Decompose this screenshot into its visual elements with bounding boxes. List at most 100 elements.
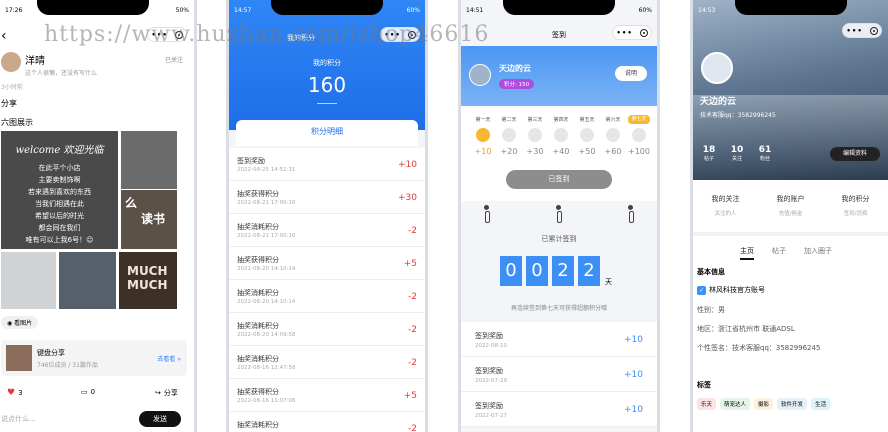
like-button[interactable]: ♥ 3 — [7, 388, 23, 398]
close-miniapp-icon[interactable] — [869, 26, 878, 35]
points-badge: 积分: 150 — [499, 79, 535, 89]
view-image-label: 看图片 — [14, 320, 33, 327]
card-points[interactable]: 我的积分 签到/消费 — [823, 188, 888, 228]
points-row[interactable]: 抽奖消耗积分 2022-08-20 14:09:58 -2 — [229, 313, 425, 346]
close-miniapp-icon[interactable] — [639, 28, 648, 37]
points-row-date: 2022-08-20 14:09:58 — [237, 332, 296, 338]
send-button[interactable]: 发送 — [139, 411, 181, 427]
signin-record-row[interactable]: 签到奖励 2022-07-29 +10 — [461, 357, 657, 392]
stat-following[interactable]: 10 关注 — [722, 145, 752, 162]
points-row[interactable]: 抽奖消耗积分 2022-08-21 17:00:10 -2 — [229, 214, 425, 247]
comment-button[interactable]: ▭ 0 — [81, 388, 95, 396]
back-icon[interactable]: ‹ — [1, 28, 7, 44]
post-image-2[interactable] — [121, 131, 177, 189]
status-battery: 50% — [175, 7, 189, 14]
card-title: 我的账户 — [776, 195, 805, 203]
comment-input[interactable]: 说点什么... — [1, 414, 36, 424]
circle-card[interactable]: 键盘分享 746位成员 / 31篇作品 去看看 » — [1, 340, 187, 376]
status-bar: 14:57 60% — [226, 7, 428, 17]
edit-profile-button[interactable]: 编辑资料 — [830, 147, 880, 161]
profile-tag[interactable]: 乐天 — [697, 398, 717, 410]
coin-icon — [476, 128, 490, 142]
signin-counter: 0 0 2 2 — [500, 256, 600, 286]
share-label: 分享 — [163, 389, 178, 397]
watermark-text: https://www.huzhan.com/ishop46616 — [44, 22, 490, 47]
points-row[interactable]: 抽奖获得积分 2022-08-20 14:10:14 +5 — [229, 247, 425, 280]
stat-number: 61 — [758, 145, 772, 155]
cover-wave — [690, 95, 888, 180]
tab-home[interactable]: 主页 — [740, 246, 754, 260]
author-name[interactable]: 洋晴 — [25, 52, 45, 67]
post-image-6[interactable]: MUCH MUCH — [119, 252, 177, 309]
miniapp-capsule[interactable]: ••• — [612, 25, 652, 40]
post-image-1[interactable]: welcome 欢迎光临 在此平个小店 主要卖制饰啊 若来遇到喜欢的东西 当我们… — [1, 131, 118, 249]
rules-button[interactable]: 说明 — [615, 66, 647, 81]
stat-label: 粉丝 — [759, 156, 770, 162]
today-badge: 第七天 — [628, 115, 650, 124]
more-icon[interactable]: ••• — [616, 29, 632, 37]
signin-reward: +20 — [500, 147, 518, 156]
cumulative-label: 已累计签到 — [541, 235, 577, 243]
post-image-4[interactable] — [1, 252, 56, 309]
points-row[interactable]: 签到奖励 2022-08-25 14:51:31 +10 — [229, 148, 425, 181]
post-image-3[interactable]: 么 读书 — [121, 190, 177, 249]
follow-button[interactable]: 已关注 — [165, 55, 183, 64]
record-date: 2022-07-29 — [475, 378, 507, 384]
signin-record-row[interactable]: 签到奖励 2022-08-10 +10 — [461, 322, 657, 357]
post-image-5[interactable] — [59, 252, 116, 309]
coin-icon — [502, 128, 516, 142]
record-value: +10 — [624, 370, 643, 380]
tag-list: 乐天 萌宠达人 摄影 软件开发 生活 — [697, 398, 831, 410]
user-avatar[interactable] — [469, 64, 491, 86]
tab-circles[interactable]: 加入圈子 — [804, 246, 832, 260]
points-row[interactable]: 抽奖消耗积分 2022-08-20 14:10:14 -2 — [229, 280, 425, 313]
points-row[interactable]: 抽奖获得积分 2022-08-21 17:00:10 +30 — [229, 181, 425, 214]
signin-reward: +60 — [604, 147, 622, 156]
status-bar: 17:26 50% — [0, 7, 197, 17]
points-row[interactable]: 抽奖消耗积分 -2 — [229, 412, 425, 432]
more-icon[interactable]: ••• — [846, 27, 862, 35]
stat-posts[interactable]: 18 帖子 — [694, 145, 724, 162]
comment-count: 0 — [90, 388, 96, 396]
signin-reward: +10 — [474, 147, 492, 156]
image-1-line: 希望以后的时光 — [35, 212, 84, 220]
profile-tag[interactable]: 软件开发 — [777, 398, 808, 410]
view-image-button[interactable]: ◉ 看图片 — [1, 316, 39, 329]
signin-record-row[interactable]: 签到奖励 2022-07-27 +10 — [461, 392, 657, 427]
coin-icon — [606, 128, 620, 142]
points-row-value: +10 — [398, 160, 417, 170]
share-button[interactable]: ↪ 分享 — [155, 388, 178, 398]
coin-icon — [528, 128, 542, 142]
circle-link[interactable]: 去看看 » — [157, 354, 181, 363]
binder-ring-icon — [484, 205, 490, 223]
tab-points-detail[interactable]: 积分明细 — [236, 120, 418, 146]
status-battery: 60% — [406, 7, 420, 14]
post-time: 3小时前 — [1, 84, 23, 91]
image-3-word: 读书 — [141, 212, 166, 226]
section-divider — [693, 232, 888, 236]
signin-day-label: 第三天 — [527, 117, 543, 123]
points-row-value: +5 — [403, 391, 417, 401]
card-subtitle: 充值/佣金 — [778, 211, 803, 217]
points-row-value: -2 — [408, 292, 417, 302]
signin-screen: 14:51 60% 签到 ••• 天边的云 积分: 150 说明 第一天 +10 第… — [458, 0, 660, 432]
tab-posts[interactable]: 帖子 — [772, 246, 786, 260]
signed-button[interactable]: 已签到 — [506, 170, 612, 189]
miniapp-capsule[interactable]: ••• — [842, 23, 882, 38]
heart-icon: ♥ — [7, 388, 16, 398]
record-date: 2022-08-10 — [475, 343, 507, 349]
binder-ring-icon — [556, 205, 562, 223]
points-value: 160 — [307, 73, 347, 97]
profile-tag[interactable]: 摄影 — [754, 398, 774, 410]
card-account[interactable]: 我的账户 充值/佣金 — [758, 188, 823, 228]
profile-avatar[interactable] — [701, 52, 733, 84]
card-following[interactable]: 我的关注 关注的人 — [693, 188, 758, 228]
stat-followers[interactable]: 61 粉丝 — [750, 145, 780, 162]
points-row[interactable]: 抽奖消耗积分 2022-08-16 12:47:58 -2 — [229, 346, 425, 379]
author-avatar[interactable] — [1, 52, 21, 72]
profile-tag[interactable]: 萌宠达人 — [720, 398, 751, 410]
signin-hint: 再连续签到第七天可获得超额积分哦 — [510, 305, 607, 312]
coin-icon — [580, 128, 594, 142]
points-row[interactable]: 抽奖获得积分 2022-08-16 11:07:08 +5 — [229, 379, 425, 412]
profile-tag[interactable]: 生活 — [811, 398, 831, 410]
